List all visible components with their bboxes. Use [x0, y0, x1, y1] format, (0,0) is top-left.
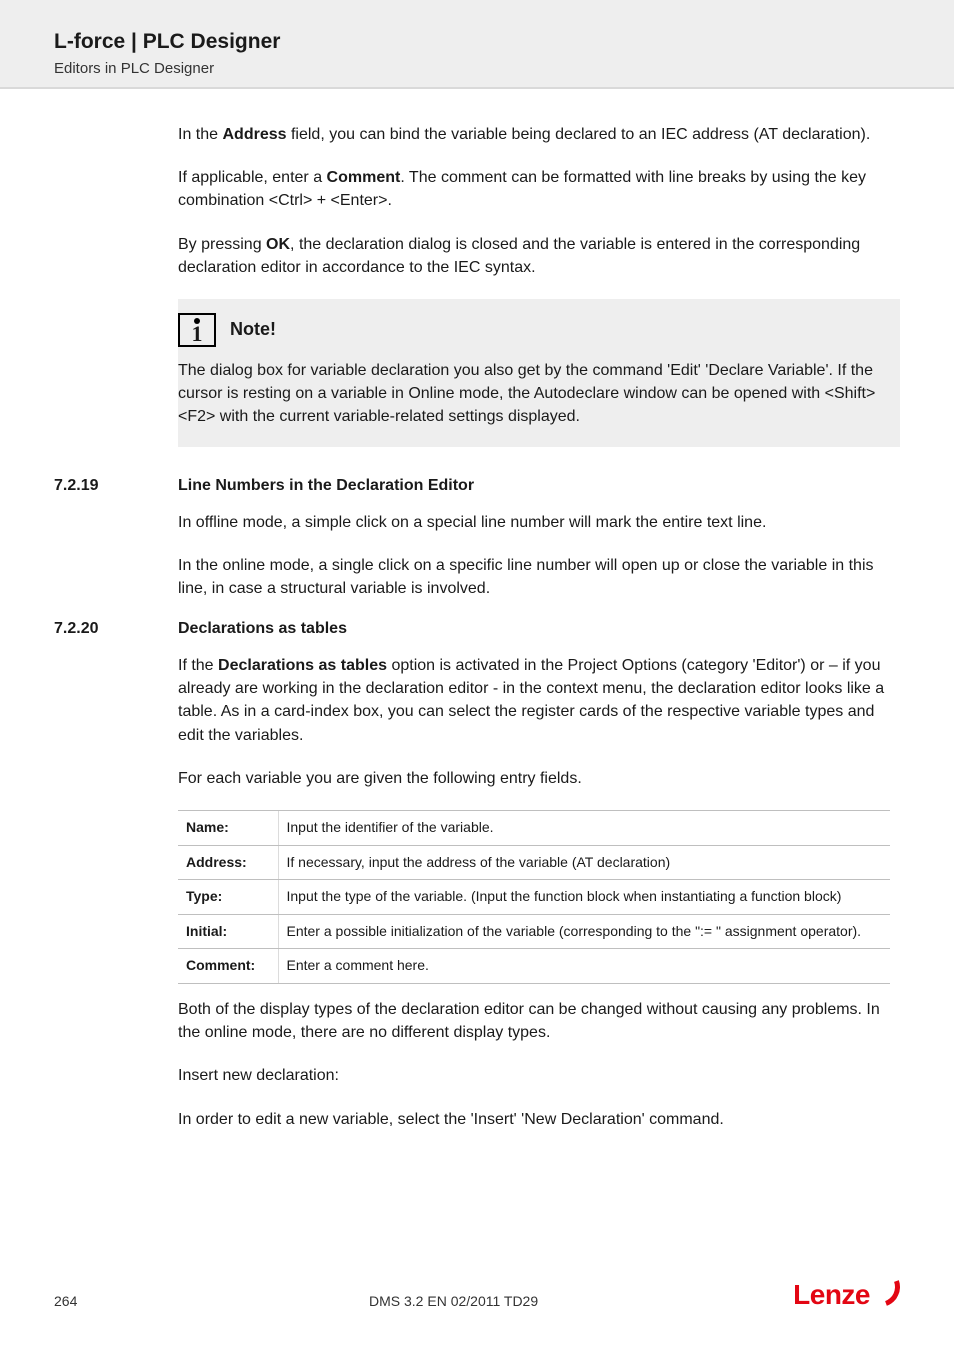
inline-bold: OK: [266, 236, 290, 253]
brand-logo: Lenze: [793, 1281, 900, 1309]
table-row: Address: If necessary, input the address…: [178, 845, 890, 880]
info-icon: 1: [178, 313, 216, 347]
note-box: 1 Note! The dialog box for variable decl…: [178, 299, 900, 447]
note-body: The dialog box for variable declaration …: [178, 359, 882, 429]
fields-table: Name: Input the identifier of the variab…: [178, 810, 890, 984]
page-number: 264: [54, 1293, 114, 1309]
text: field, you can bind the variable being d…: [287, 126, 871, 143]
field-name: Address:: [178, 845, 278, 880]
section-heading: 7.2.20 Declarations as tables: [54, 620, 900, 638]
field-desc: Enter a comment here.: [278, 949, 890, 984]
field-name: Initial:: [178, 914, 278, 949]
doc-title: L-force | PLC Designer: [54, 30, 900, 54]
inline-bold: Address: [222, 126, 286, 143]
section-number: 7.2.20: [54, 620, 178, 638]
section-title: Line Numbers in the Declaration Editor: [178, 477, 474, 495]
paragraph: Insert new declaration:: [178, 1064, 890, 1087]
inline-bold: Comment: [327, 169, 401, 186]
paragraph: Both of the display types of the declara…: [178, 998, 890, 1044]
paragraph: In the online mode, a single click on a …: [178, 554, 890, 600]
paragraph: In offline mode, a simple click on a spe…: [178, 511, 890, 534]
page-content: In the Address field, you can bind the v…: [0, 89, 954, 1131]
table-row: Type: Input the type of the variable. (I…: [178, 880, 890, 915]
page-header: L-force | PLC Designer Editors in PLC De…: [0, 0, 954, 89]
field-desc: Enter a possible initialization of the v…: [278, 914, 890, 949]
brand-text: Lenze: [793, 1281, 870, 1309]
section-heading: 7.2.19 Line Numbers in the Declaration E…: [54, 477, 900, 495]
text: If the: [178, 657, 218, 674]
brand-arc-icon: [870, 1283, 900, 1307]
page-footer: 264 DMS 3.2 EN 02/2011 TD29 Lenze: [0, 1281, 954, 1309]
section-title: Declarations as tables: [178, 620, 347, 638]
inline-bold: Declarations as tables: [218, 657, 387, 674]
section-number: 7.2.19: [54, 477, 178, 495]
paragraph: By pressing OK, the declaration dialog i…: [178, 233, 890, 279]
table-row: Comment: Enter a comment here.: [178, 949, 890, 984]
paragraph: In order to edit a new variable, select …: [178, 1108, 890, 1131]
paragraph: If applicable, enter a Comment. The comm…: [178, 166, 890, 212]
table-row: Name: Input the identifier of the variab…: [178, 811, 890, 846]
field-name: Name:: [178, 811, 278, 846]
paragraph: If the Declarations as tables option is …: [178, 654, 890, 747]
field-desc: Input the identifier of the variable.: [278, 811, 890, 846]
table-row: Initial: Enter a possible initialization…: [178, 914, 890, 949]
fields-table-wrap: Name: Input the identifier of the variab…: [178, 810, 890, 984]
field-name: Type:: [178, 880, 278, 915]
note-label: Note!: [230, 319, 276, 340]
text: By pressing: [178, 236, 266, 253]
doc-subtitle: Editors in PLC Designer: [54, 60, 900, 77]
field-desc: Input the type of the variable. (Input t…: [278, 880, 890, 915]
paragraph: In the Address field, you can bind the v…: [178, 123, 890, 146]
doc-id: DMS 3.2 EN 02/2011 TD29: [114, 1293, 793, 1309]
text: If applicable, enter a: [178, 169, 327, 186]
paragraph: For each variable you are given the foll…: [178, 767, 890, 790]
field-name: Comment:: [178, 949, 278, 984]
note-header: 1 Note!: [178, 313, 882, 347]
text: In the: [178, 126, 222, 143]
field-desc: If necessary, input the address of the v…: [278, 845, 890, 880]
